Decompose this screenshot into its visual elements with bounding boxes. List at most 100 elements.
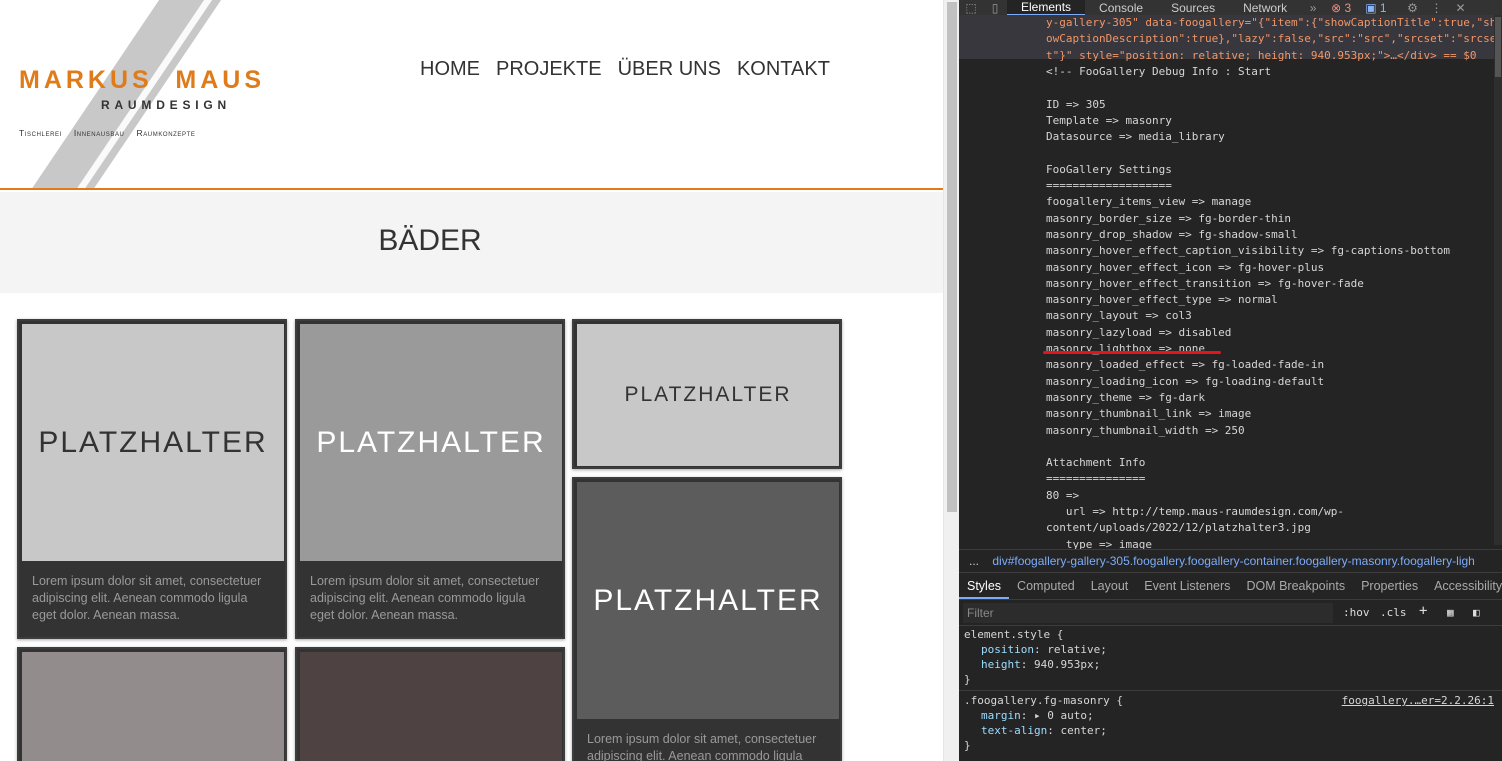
dom-line[interactable]: <!-- FooGallery Debug Info : Start xyxy=(1046,64,1271,80)
tab-dom-breakpoints[interactable]: DOM Breakpoints xyxy=(1238,574,1353,599)
tab-properties[interactable]: Properties xyxy=(1353,574,1426,599)
gallery-caption: Lorem ipsum dolor sit amet, consectetuer… xyxy=(310,574,540,622)
gallery-thumbnail[interactable]: PLATZHALTER xyxy=(577,482,839,719)
tab-accessibility[interactable]: Accessibility xyxy=(1426,574,1502,599)
rule-selector[interactable]: element.style { xyxy=(964,628,1063,643)
dom-line[interactable]: t"}" style="position: relative; height: … xyxy=(1046,48,1476,64)
gallery-thumbnail[interactable]: PLATZHALTER xyxy=(22,324,284,561)
scrollbar-thumb[interactable] xyxy=(947,2,957,512)
dom-line[interactable]: masonry_border_size => fg-border-thin xyxy=(1046,211,1291,227)
inspect-element-icon[interactable]: ⬚ xyxy=(959,1,983,15)
dom-scrollbar[interactable] xyxy=(1494,15,1502,545)
placeholder-label: PLATZHALTER xyxy=(38,425,268,459)
close-icon[interactable]: ✕ xyxy=(1449,1,1473,15)
dom-line[interactable]: masonry_thumbnail_link => image xyxy=(1046,406,1251,422)
rendering-emulation-icon[interactable]: ▦ xyxy=(1447,606,1454,619)
more-tabs-icon[interactable]: » xyxy=(1301,1,1325,15)
tagline-item: Innenausbau xyxy=(73,128,125,138)
dom-line[interactable]: y-gallery-305" data-foogallery="{"item":… xyxy=(1046,15,1496,31)
dom-line[interactable]: =================== xyxy=(1046,178,1172,194)
dom-line[interactable]: masonry_layout => col3 xyxy=(1046,308,1192,324)
error-count: 3 xyxy=(1344,0,1352,15)
dom-line[interactable]: Attachment Info xyxy=(1046,455,1145,471)
cls-toggle[interactable]: .cls xyxy=(1380,606,1407,619)
gallery-item[interactable]: PLATZHALTER Lorem ipsum dolor sit amet, … xyxy=(17,319,287,639)
gallery-item[interactable]: PLATZHALTER Lorem ipsum dolor sit amet, … xyxy=(295,319,565,639)
nav-kontakt[interactable]: KONTAKT xyxy=(737,58,830,81)
gallery-thumbnail[interactable] xyxy=(22,652,284,761)
placeholder-label: PLATZHALTER xyxy=(593,583,823,617)
styles-subtabs: Styles Computed Layout Event Listeners D… xyxy=(959,574,1502,600)
gallery-item[interactable] xyxy=(295,647,565,761)
gallery-item[interactable] xyxy=(17,647,287,761)
style-declaration[interactable]: margin: ▸ 0 auto; xyxy=(981,709,1094,724)
dom-line[interactable]: masonry_drop_shadow => fg-shadow-small xyxy=(1046,227,1298,243)
dom-line[interactable]: masonry_hover_effect_type => normal xyxy=(1046,292,1278,308)
style-declaration[interactable]: height: 940.953px; xyxy=(981,658,1100,673)
dom-line[interactable]: 80 => xyxy=(1046,488,1079,504)
dom-line[interactable]: masonry_hover_effect_caption_visibility … xyxy=(1046,243,1450,259)
hov-toggle[interactable]: :hov xyxy=(1343,606,1370,619)
dom-line[interactable]: masonry_lazyload => disabled xyxy=(1046,325,1231,341)
rule-source-link[interactable]: foogallery.…er=2.2.26:1 xyxy=(1342,694,1494,709)
logo-word-1: MARKUS xyxy=(19,66,153,94)
nav-home[interactable]: HOME xyxy=(420,58,480,81)
style-declaration[interactable]: position: relative; xyxy=(981,643,1107,658)
tab-console[interactable]: Console xyxy=(1085,1,1157,15)
kebab-menu-icon[interactable]: ⋮ xyxy=(1425,1,1449,15)
dom-line[interactable]: masonry_hover_effect_transition => fg-ho… xyxy=(1046,276,1364,292)
placeholder-label: PLATZHALTER xyxy=(316,425,546,459)
tab-network[interactable]: Network xyxy=(1229,1,1301,15)
rule-selector[interactable]: .foogallery.fg-masonry { xyxy=(964,694,1123,709)
new-style-rule-icon[interactable]: + xyxy=(1419,603,1427,619)
devtools-tabbar: ⬚ ▯ Elements Console Sources Network » ⊗… xyxy=(959,0,1502,16)
message-count-badge[interactable]: ▣ 1 xyxy=(1365,1,1386,15)
tab-computed[interactable]: Computed xyxy=(1009,574,1083,599)
dom-line[interactable]: content/uploads/2022/12/platzhalter3.jpg xyxy=(1046,520,1311,536)
dom-line[interactable]: masonry_theme => fg-dark xyxy=(1046,390,1205,406)
style-declaration[interactable]: text-align: center; xyxy=(981,724,1107,739)
dom-line[interactable]: FooGallery Settings xyxy=(1046,162,1172,178)
gallery-thumbnail[interactable]: PLATZHALTER xyxy=(577,324,839,466)
logo-diagonal-stripe xyxy=(17,0,235,188)
dom-line[interactable]: masonry_loading_icon => fg-loading-defau… xyxy=(1046,374,1324,390)
dom-line[interactable]: owCaptionDescription":true},"lazy":false… xyxy=(1046,31,1496,47)
nav-projekte[interactable]: PROJEKTE xyxy=(496,58,602,81)
dom-line[interactable]: =============== xyxy=(1046,471,1145,487)
property-name: position xyxy=(981,643,1034,656)
dom-line[interactable]: masonry_lightbox => none xyxy=(1046,341,1205,357)
dom-line[interactable]: ID => 305 xyxy=(1046,97,1106,113)
settings-gear-icon[interactable]: ⚙ xyxy=(1401,1,1425,15)
message-count: 1 xyxy=(1379,0,1387,15)
dom-line[interactable]: foogallery_items_view => manage xyxy=(1046,194,1251,210)
gallery-thumbnail[interactable]: PLATZHALTER xyxy=(300,324,562,561)
nav-ueber-uns[interactable]: ÜBER UNS xyxy=(618,58,721,81)
gallery-item[interactable]: PLATZHALTER Lorem ipsum dolor sit amet, … xyxy=(572,477,842,761)
gallery-thumbnail[interactable] xyxy=(300,652,562,761)
dom-line[interactable]: Template => masonry xyxy=(1046,113,1172,129)
dom-tree[interactable]: y-gallery-305" data-foogallery="{"item":… xyxy=(959,15,1502,551)
property-value: 940.953px; xyxy=(1034,658,1101,671)
tab-sources[interactable]: Sources xyxy=(1157,1,1229,15)
tab-elements[interactable]: Elements xyxy=(1007,0,1086,16)
dom-breadcrumb: ... div#foogallery-gallery-305.foogaller… xyxy=(959,549,1502,573)
tab-layout[interactable]: Layout xyxy=(1083,574,1137,599)
dom-line[interactable]: masonry_thumbnail_width => 250 xyxy=(1046,423,1245,439)
device-toolbar-icon[interactable]: ▯ xyxy=(983,1,1007,15)
gallery-item[interactable]: PLATZHALTER xyxy=(572,319,842,469)
dom-line[interactable]: masonry_loaded_effect => fg-loaded-fade-… xyxy=(1046,357,1324,373)
breadcrumb-overflow[interactable]: ... xyxy=(959,554,989,568)
page-scrollbar[interactable] xyxy=(943,0,959,761)
dom-line[interactable]: Datasource => media_library xyxy=(1046,129,1225,145)
dom-line[interactable]: masonry_hover_effect_icon => fg-hover-pl… xyxy=(1046,260,1324,276)
tab-event-listeners[interactable]: Event Listeners xyxy=(1136,574,1238,599)
error-count-badge[interactable]: ⊗ 3 xyxy=(1331,1,1351,15)
breadcrumb-item[interactable]: div#foogallery-gallery-305.foogallery.fo… xyxy=(992,554,1474,568)
dom-line[interactable]: url => http://temp.maus-raumdesign.com/w… xyxy=(1046,504,1344,520)
scrollbar-thumb[interactable] xyxy=(1495,17,1501,77)
page-title: BÄDER xyxy=(378,224,482,257)
site-logo[interactable]: MARKUS MAUS RAUMDESIGN Tischlerei Innena… xyxy=(19,66,269,138)
styles-filter-input[interactable]: Filter xyxy=(963,603,1333,623)
toggle-sidebar-icon[interactable]: ◧ xyxy=(1473,606,1480,619)
tab-styles[interactable]: Styles xyxy=(959,574,1010,599)
